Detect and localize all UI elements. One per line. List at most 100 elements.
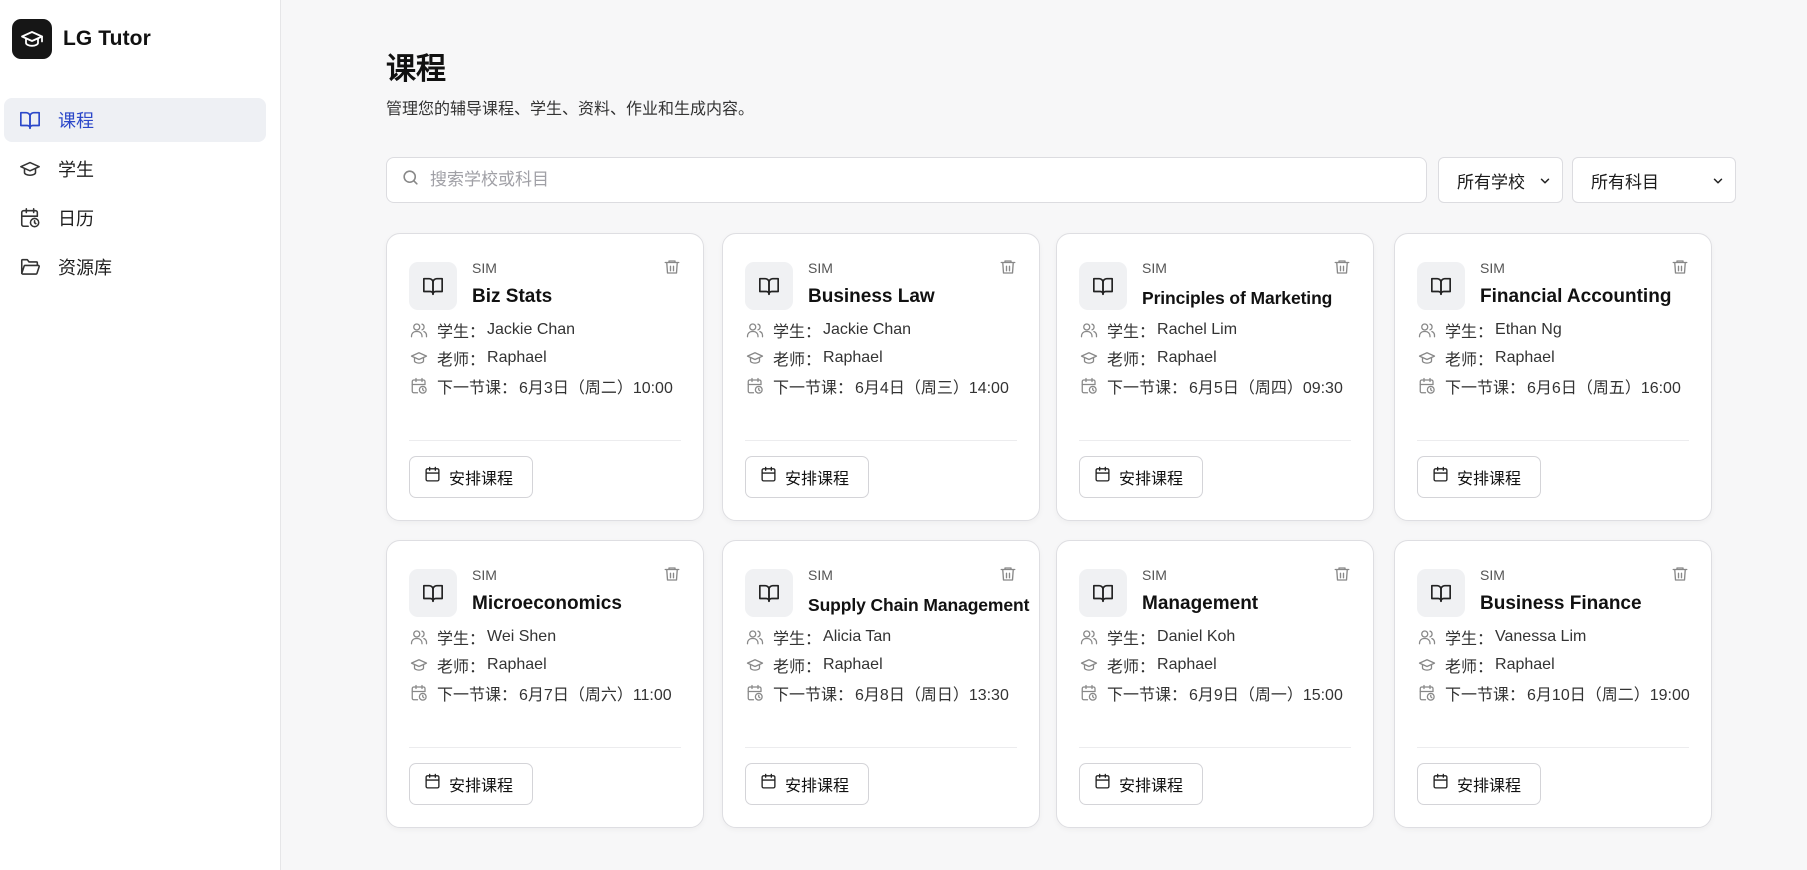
schedule-lesson-button[interactable]: 安排课程 [1417,456,1541,498]
book-open-icon [1417,569,1465,617]
sidebar-item-students[interactable]: 学生 [4,147,266,191]
sidebar-item-label: 学生 [58,160,94,180]
course-teacher-row: 老师： Raphael [1417,346,1555,370]
sidebar-item-label: 日历 [58,209,94,229]
card-divider [1079,747,1351,748]
school-filter-select[interactable]: 所有学校 [1438,157,1563,203]
trash-icon[interactable] [1331,563,1353,585]
teacher-name: Raphael [1495,656,1555,673]
card-divider [745,747,1017,748]
trash-icon[interactable] [1331,256,1353,278]
course-name: Management [1142,593,1259,614]
course-next-lesson-row: 下一节课： 6月3日（周二）10:00 [409,374,673,398]
schedule-lesson-button[interactable]: 安排课程 [409,456,533,498]
graduation-cap-icon [18,157,42,181]
users-icon [1079,320,1099,340]
course-card[interactable]: SIM Financial Accounting 学生： Ethan Ng 老师… [1394,233,1712,521]
app-name: LG Tutor [63,27,151,50]
trash-icon[interactable] [997,563,1019,585]
calendar-icon [1094,773,1111,795]
course-card[interactable]: SIM Business Finance 学生： Vanessa Lim 老师： [1394,540,1712,828]
calendar-icon [1432,773,1449,795]
course-name: Supply Chain Management [808,595,1030,615]
teacher-name: Raphael [823,349,883,366]
schedule-lesson-label: 安排课程 [1457,471,1522,488]
course-school: SIM [472,260,497,276]
schedule-lesson-label: 安排课程 [1457,778,1522,795]
course-card[interactable]: SIM Biz Stats 学生： Jackie Chan 老师： Raphae… [386,233,704,521]
schedule-lesson-button[interactable]: 安排课程 [1079,763,1203,805]
sidebar-item-label: 课程 [58,111,94,131]
course-next-lesson-row: 下一节课： 6月6日（周五）16:00 [1417,374,1681,398]
calendar-clock-icon [409,683,429,703]
subject-filter-value: 所有科目 [1591,172,1659,192]
next-lesson-time: 6月3日（周二）10:00 [519,380,673,397]
course-teacher-row: 老师： Raphael [409,653,547,677]
schedule-lesson-label: 安排课程 [1119,778,1184,795]
trash-icon[interactable] [997,256,1019,278]
search-box[interactable] [386,157,1427,203]
teacher-label: 老师： [773,659,822,676]
course-school: SIM [1142,260,1167,276]
trash-icon[interactable] [1669,563,1691,585]
course-school: SIM [808,260,833,276]
course-student-row: 学生： Alicia Tan [745,625,891,649]
graduation-cap-icon [1079,655,1099,675]
course-card[interactable]: SIM Supply Chain Management 学生： Alicia T… [722,540,1040,828]
course-next-lesson-row: 下一节课： 6月7日（周六）11:00 [409,681,672,705]
course-name: Microeconomics [472,593,622,614]
course-student-row: 学生： Daniel Koh [1079,625,1235,649]
folder-open-icon [18,255,42,279]
sidebar-item-library[interactable]: 资源库 [4,245,266,289]
next-lesson-time: 6月9日（周一）15:00 [1189,687,1343,704]
search-input[interactable] [430,170,1390,190]
book-open-icon [745,262,793,310]
course-teacher-row: 老师： Raphael [1417,653,1555,677]
course-student-row: 学生： Jackie Chan [409,318,575,342]
course-name: Principles of Marketing [1142,288,1333,308]
course-card[interactable]: SIM Microeconomics 学生： Wei Shen 老师： Raph… [386,540,704,828]
subject-filter-select[interactable]: 所有科目 [1572,157,1736,203]
next-lesson-label: 下一节课： [773,687,854,704]
student-label: 学生： [773,324,822,341]
course-teacher-row: 老师： Raphael [409,346,547,370]
teacher-name: Raphael [1157,656,1217,673]
student-label: 学生： [1445,324,1494,341]
sidebar-item-calendar[interactable]: 日历 [4,196,266,240]
trash-icon[interactable] [661,256,683,278]
course-school: SIM [472,567,497,583]
schedule-lesson-label: 安排课程 [449,778,514,795]
course-student-row: 学生： Jackie Chan [745,318,911,342]
graduation-cap-icon [745,655,765,675]
card-divider [1417,440,1689,441]
course-next-lesson-row: 下一节课： 6月8日（周日）13:30 [745,681,1009,705]
student-name: Ethan Ng [1495,321,1562,338]
student-name: Jackie Chan [487,321,576,338]
schedule-lesson-button[interactable]: 安排课程 [1079,456,1203,498]
course-card[interactable]: SIM Principles of Marketing 学生： Rachel L… [1056,233,1374,521]
schedule-lesson-button[interactable]: 安排课程 [1417,763,1541,805]
trash-icon[interactable] [661,563,683,585]
page-title: 课程 [386,53,446,86]
brand[interactable]: LG Tutor [12,19,151,59]
schedule-lesson-button[interactable]: 安排课程 [409,763,533,805]
course-card[interactable]: SIM Management 学生： Daniel Koh 老师： Raphae… [1056,540,1374,828]
page-subtitle: 管理您的辅导课程、学生、资料、作业和生成内容。 [386,101,755,118]
calendar-icon [760,466,777,488]
graduation-cap-icon [1417,655,1437,675]
trash-icon[interactable] [1669,256,1691,278]
users-icon [1417,627,1437,647]
users-icon [409,627,429,647]
next-lesson-label: 下一节课： [1107,687,1188,704]
course-card[interactable]: SIM Business Law 学生： Jackie Chan 老师： Rap… [722,233,1040,521]
calendar-icon [1432,466,1449,488]
sidebar-item-courses[interactable]: 课程 [4,98,266,142]
card-divider [1079,440,1351,441]
schedule-lesson-button[interactable]: 安排课程 [745,763,869,805]
graduation-cap-icon [745,348,765,368]
next-lesson-label: 下一节课： [1107,380,1188,397]
schedule-lesson-button[interactable]: 安排课程 [745,456,869,498]
calendar-icon [760,773,777,795]
search-icon [401,168,420,192]
next-lesson-label: 下一节课： [773,380,854,397]
